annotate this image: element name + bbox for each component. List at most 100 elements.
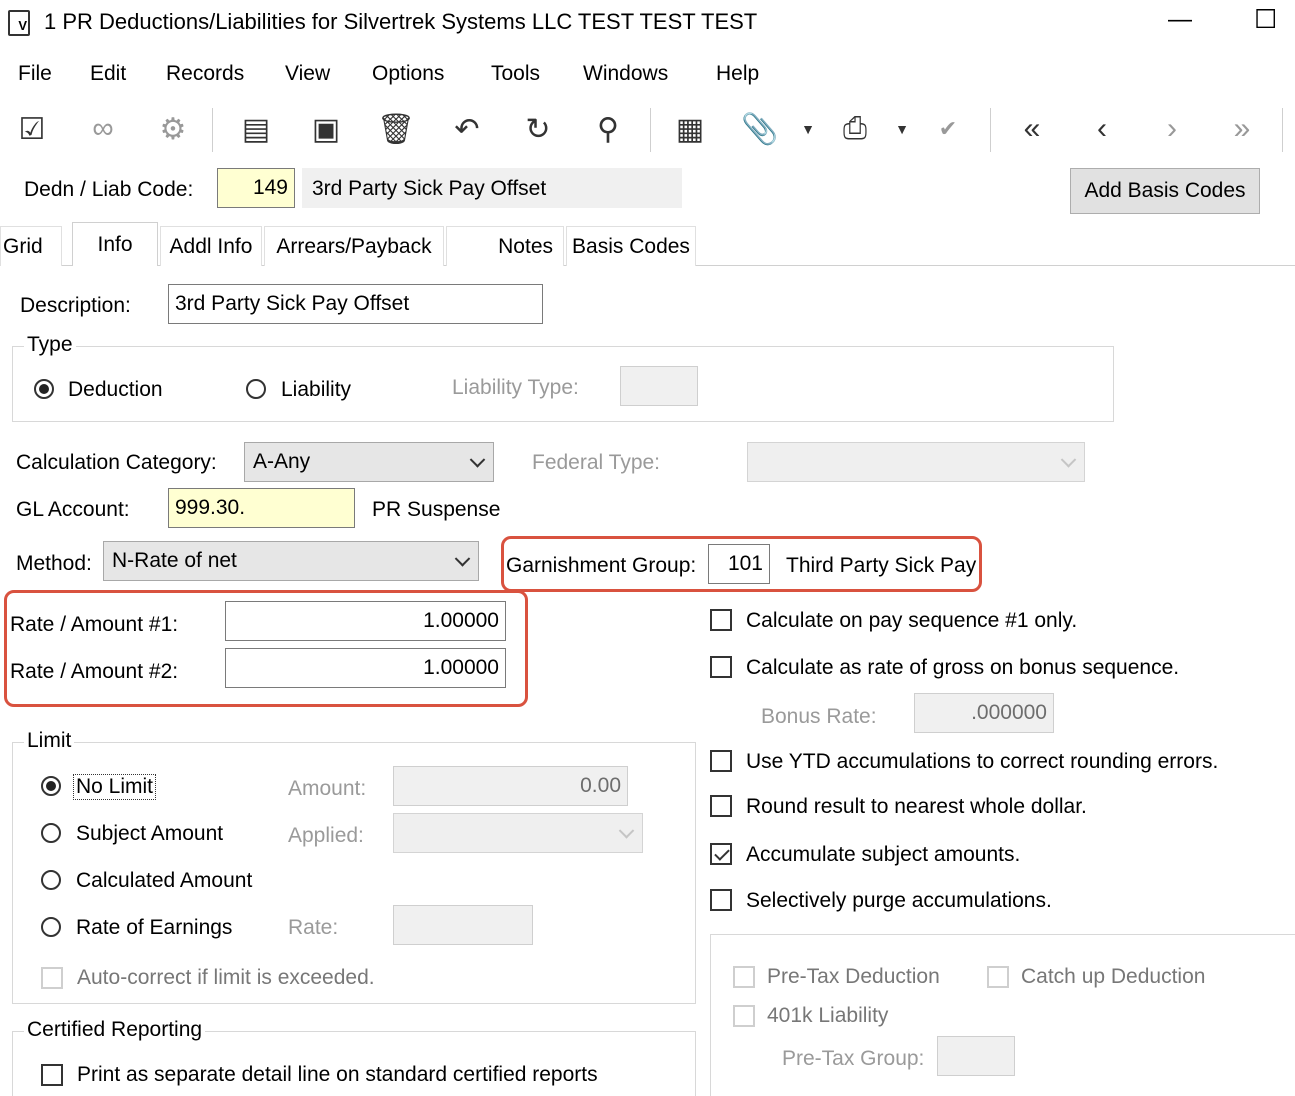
attachment-dropdown-icon[interactable]: ▼ [798, 104, 818, 154]
deduction-label[interactable]: Deduction [68, 378, 163, 402]
calculator-icon[interactable]: ▦ [666, 104, 714, 154]
autocorrect-checkbox [41, 967, 63, 989]
delete-icon[interactable]: 🗑 [372, 104, 420, 154]
subject-amount-label[interactable]: Subject Amount [76, 822, 223, 846]
liability-401k-checkbox [733, 1005, 755, 1027]
rate1-field[interactable]: 1.00000 [225, 601, 506, 641]
menu-records[interactable]: Records [166, 62, 244, 86]
search-icon[interactable]: ⚲ [584, 104, 632, 154]
calculated-amount-radio[interactable] [41, 870, 61, 890]
subject-amount-radio[interactable] [41, 823, 61, 843]
toolbar-separator [212, 108, 213, 152]
applied-select [393, 813, 643, 853]
add-basis-codes-button[interactable]: Add Basis Codes [1070, 168, 1260, 214]
toolbar-separator [650, 108, 651, 152]
catchup-checkbox [987, 966, 1009, 988]
ytd-checkbox[interactable] [710, 750, 732, 772]
garnishment-field[interactable]: 101 [708, 544, 770, 584]
menu-windows[interactable]: Windows [583, 62, 668, 86]
print-separate-label[interactable]: Print as separate detail line on standar… [77, 1063, 598, 1087]
last-record-icon[interactable]: » [1218, 104, 1266, 154]
calculated-amount-label[interactable]: Calculated Amount [76, 869, 252, 893]
rate2-label: Rate / Amount #2: [10, 660, 179, 683]
garnishment-description: Third Party Sick Pay [786, 554, 977, 577]
code-description: 3rd Party Sick Pay Offset [312, 177, 547, 200]
menu-view[interactable]: View [285, 62, 330, 86]
menu-options[interactable]: Options [372, 62, 444, 86]
refresh-icon[interactable]: ↻ [514, 104, 562, 154]
federal-type-select [747, 442, 1085, 482]
tab-arrears-payback[interactable]: Arrears/Payback [264, 226, 444, 266]
liability-radio[interactable] [246, 379, 266, 399]
save-icon[interactable]: ▣ [302, 104, 350, 154]
purge-label[interactable]: Selectively purge accumulations. [746, 889, 1052, 913]
gear-check-icon[interactable]: ⚙ [148, 104, 198, 154]
minimize-button[interactable]: — [1168, 6, 1192, 34]
checklist-icon[interactable]: ☑ [8, 104, 56, 154]
binoculars-icon[interactable]: ∞ [78, 104, 128, 154]
pay-seq1-checkbox[interactable] [710, 609, 732, 631]
menu-help[interactable]: Help [716, 62, 759, 86]
attachment-icon[interactable]: 📎 [736, 104, 784, 154]
rate-gross-bonus-checkbox[interactable] [710, 656, 732, 678]
menu-edit[interactable]: Edit [90, 62, 126, 86]
federal-type-label: Federal Type: [532, 451, 661, 474]
round-dollar-label[interactable]: Round result to nearest whole dollar. [746, 795, 1087, 819]
chevron-down-icon [618, 823, 635, 839]
certified-group-title: Certified Reporting [24, 1018, 206, 1042]
tab-addl-info[interactable]: Addl Info [160, 226, 262, 266]
liability-label[interactable]: Liability [281, 378, 351, 402]
menu-file[interactable]: File [18, 62, 52, 86]
amount-field: 0.00 [393, 766, 628, 806]
calc-category-label: Calculation Category: [16, 451, 217, 474]
deduction-radio[interactable] [34, 379, 54, 399]
rate-label: Rate: [288, 916, 339, 939]
calc-category-value: A-Any [253, 450, 311, 473]
round-dollar-checkbox[interactable] [710, 795, 732, 817]
window-title: 1 PR Deductions/Liabilities for Silvertr… [44, 9, 758, 34]
calc-category-select[interactable]: A-Any [244, 442, 494, 482]
limit-group-title: Limit [24, 729, 75, 753]
method-value: N-Rate of net [112, 549, 237, 572]
rate-field [393, 905, 533, 945]
rate2-field[interactable]: 1.00000 [225, 648, 506, 688]
print-separate-checkbox[interactable] [41, 1064, 63, 1086]
undo-icon[interactable]: ↶ [442, 104, 492, 154]
new-document-icon[interactable]: ▤ [232, 104, 280, 154]
accumulate-label[interactable]: Accumulate subject amounts. [746, 843, 1020, 867]
method-select[interactable]: N-Rate of net [103, 541, 479, 581]
chevron-down-icon [469, 452, 486, 468]
accumulate-checkbox[interactable] [710, 843, 732, 865]
pretax-group-field [937, 1036, 1015, 1076]
maximize-button[interactable]: ☐ [1254, 4, 1277, 35]
liability-type-label: Liability Type: [452, 376, 579, 399]
rate-of-earnings-radio[interactable] [41, 917, 61, 937]
method-label: Method: [16, 552, 92, 575]
no-limit-label[interactable]: No Limit [73, 774, 157, 800]
ytd-label[interactable]: Use YTD accumulations to correct roundin… [746, 750, 1218, 774]
tab-notes[interactable]: Notes [446, 226, 564, 266]
next-record-icon[interactable]: › [1148, 104, 1196, 154]
gl-account-description: PR Suspense [372, 498, 501, 521]
code-field[interactable]: 149 [217, 168, 295, 208]
gl-account-field[interactable]: 999.30. [168, 488, 355, 528]
pay-seq1-label[interactable]: Calculate on pay sequence #1 only. [746, 609, 1077, 633]
tab-grid[interactable]: Grid [0, 226, 62, 266]
rate-of-earnings-label[interactable]: Rate of Earnings [76, 916, 232, 940]
description-field[interactable]: 3rd Party Sick Pay Offset [168, 284, 543, 324]
rate-gross-bonus-label[interactable]: Calculate as rate of gross on bonus sequ… [746, 656, 1179, 680]
chevron-down-icon [1060, 452, 1077, 468]
spellcheck-icon[interactable]: ✔ [924, 104, 972, 154]
tab-basis-codes[interactable]: Basis Codes [566, 226, 696, 266]
purge-checkbox[interactable] [710, 889, 732, 911]
menu-tools[interactable]: Tools [491, 62, 540, 86]
no-limit-radio[interactable] [41, 776, 61, 796]
toolbar-separator [1282, 108, 1283, 152]
bonus-rate-field: .000000 [914, 693, 1054, 733]
print-dropdown-icon[interactable]: ▼ [892, 104, 912, 154]
tab-info[interactable]: Info [72, 222, 158, 266]
print-icon[interactable]: ⎙ [830, 104, 880, 154]
first-record-icon[interactable]: « [1008, 104, 1056, 154]
previous-record-icon[interactable]: ‹ [1078, 104, 1126, 154]
autocorrect-label: Auto-correct if limit is exceeded. [77, 966, 375, 989]
